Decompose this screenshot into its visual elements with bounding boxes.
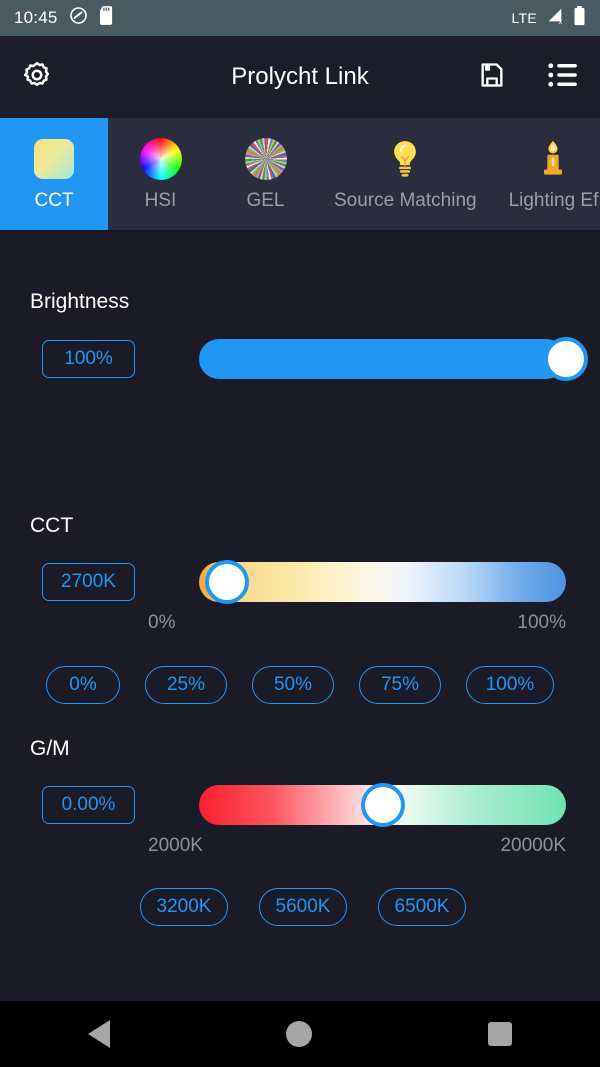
tab-label: GEL bbox=[246, 189, 285, 211]
cct-preset-3200k[interactable]: 3200K bbox=[140, 888, 228, 926]
cct-presets: 3200K 5600K 6500K bbox=[140, 888, 466, 926]
tab-label: CCT bbox=[34, 189, 74, 211]
tab-source-matching[interactable]: Source Matching bbox=[318, 118, 493, 230]
brightness-preset-100[interactable]: 100% bbox=[466, 666, 554, 704]
brightness-min-label: 0% bbox=[148, 612, 176, 633]
gm-value-chip[interactable]: 0.00% bbox=[42, 786, 135, 824]
gm-section-title: G/M bbox=[30, 737, 70, 760]
cct-scale: 2000K 20000K bbox=[148, 835, 566, 857]
network-type-label: LTE bbox=[511, 10, 537, 26]
brightness-scale: 0% 100% bbox=[148, 612, 566, 634]
gm-slider-row: 0.00% bbox=[42, 783, 566, 827]
tab-label: HSI bbox=[144, 189, 177, 211]
android-nav-bar bbox=[0, 1001, 600, 1067]
candle-icon bbox=[531, 137, 575, 181]
brightness-slider-row: 100% bbox=[42, 337, 588, 381]
cct-panel: Brightness 100% 0% 100% 0% 25% 50% 75% 1… bbox=[0, 232, 600, 1067]
brightness-slider-thumb[interactable] bbox=[544, 337, 588, 381]
battery-full-icon bbox=[573, 5, 586, 31]
status-time: 10:45 bbox=[14, 8, 58, 27]
recents-square-icon[interactable] bbox=[488, 1022, 512, 1046]
settings-button[interactable] bbox=[22, 60, 52, 95]
brightness-slider-track bbox=[199, 339, 566, 379]
list-menu-icon bbox=[548, 61, 578, 94]
brightness-preset-50[interactable]: 50% bbox=[252, 666, 334, 704]
tab-hsi[interactable]: HSI bbox=[108, 118, 213, 230]
svg-text:x: x bbox=[559, 17, 563, 25]
cct-gradient-square-icon bbox=[32, 137, 76, 181]
cct-value-chip[interactable]: 2700K bbox=[42, 563, 135, 601]
gm-slider[interactable] bbox=[199, 783, 566, 827]
brightness-value-chip[interactable]: 100% bbox=[42, 340, 135, 378]
brightness-preset-0[interactable]: 0% bbox=[46, 666, 120, 704]
back-triangle-icon[interactable] bbox=[88, 1020, 110, 1048]
tab-gel[interactable]: GEL bbox=[213, 118, 318, 230]
tab-label: Lighting Ef bbox=[508, 189, 599, 211]
mode-tab-bar[interactable]: CCT HSI GEL Source Matching Lighting Ef bbox=[0, 118, 600, 232]
lightbulb-icon bbox=[383, 137, 427, 181]
status-bar-left: 10:45 bbox=[14, 6, 114, 30]
cct-preset-5600k[interactable]: 5600K bbox=[259, 888, 347, 926]
gel-pie-icon bbox=[244, 137, 288, 181]
cct-max-label: 20000K bbox=[500, 835, 566, 856]
status-bar: 10:45 LTE x bbox=[0, 0, 600, 36]
app-bar: Prolycht Link bbox=[0, 36, 600, 118]
tab-cct[interactable]: CCT bbox=[0, 118, 108, 230]
cct-slider-track bbox=[199, 562, 566, 602]
brightness-preset-25[interactable]: 25% bbox=[145, 666, 227, 704]
menu-button[interactable] bbox=[548, 61, 578, 94]
signal-no-service-icon: x bbox=[545, 7, 565, 30]
cct-preset-6500k[interactable]: 6500K bbox=[378, 888, 466, 926]
brightness-slider[interactable] bbox=[199, 337, 588, 381]
color-wheel-icon bbox=[139, 137, 183, 181]
brightness-max-label: 100% bbox=[517, 612, 566, 633]
status-bar-right: LTE x bbox=[511, 5, 586, 31]
cct-min-label: 2000K bbox=[148, 835, 203, 856]
brightness-presets: 0% 25% 50% 75% 100% bbox=[46, 666, 554, 704]
save-disk-icon bbox=[478, 61, 506, 94]
app-screen: 10:45 LTE x Prolycht Link CCT HSI GEL So… bbox=[0, 0, 600, 1067]
do-not-disturb-icon bbox=[69, 6, 88, 30]
tab-label: Source Matching bbox=[334, 189, 477, 211]
gear-icon bbox=[22, 60, 52, 95]
cct-slider-thumb[interactable] bbox=[204, 560, 249, 604]
app-bar-actions bbox=[478, 61, 578, 94]
brightness-section-title: Brightness bbox=[30, 290, 130, 313]
home-circle-icon[interactable] bbox=[286, 1021, 312, 1047]
tab-lighting-effects[interactable]: Lighting Ef bbox=[493, 118, 600, 230]
sd-card-icon bbox=[99, 6, 114, 30]
cct-slider[interactable] bbox=[199, 560, 566, 604]
gm-slider-thumb[interactable] bbox=[360, 783, 405, 827]
save-button[interactable] bbox=[478, 61, 506, 94]
brightness-preset-75[interactable]: 75% bbox=[359, 666, 441, 704]
cct-slider-row: 2700K bbox=[42, 560, 566, 604]
cct-section-title: CCT bbox=[30, 514, 74, 537]
